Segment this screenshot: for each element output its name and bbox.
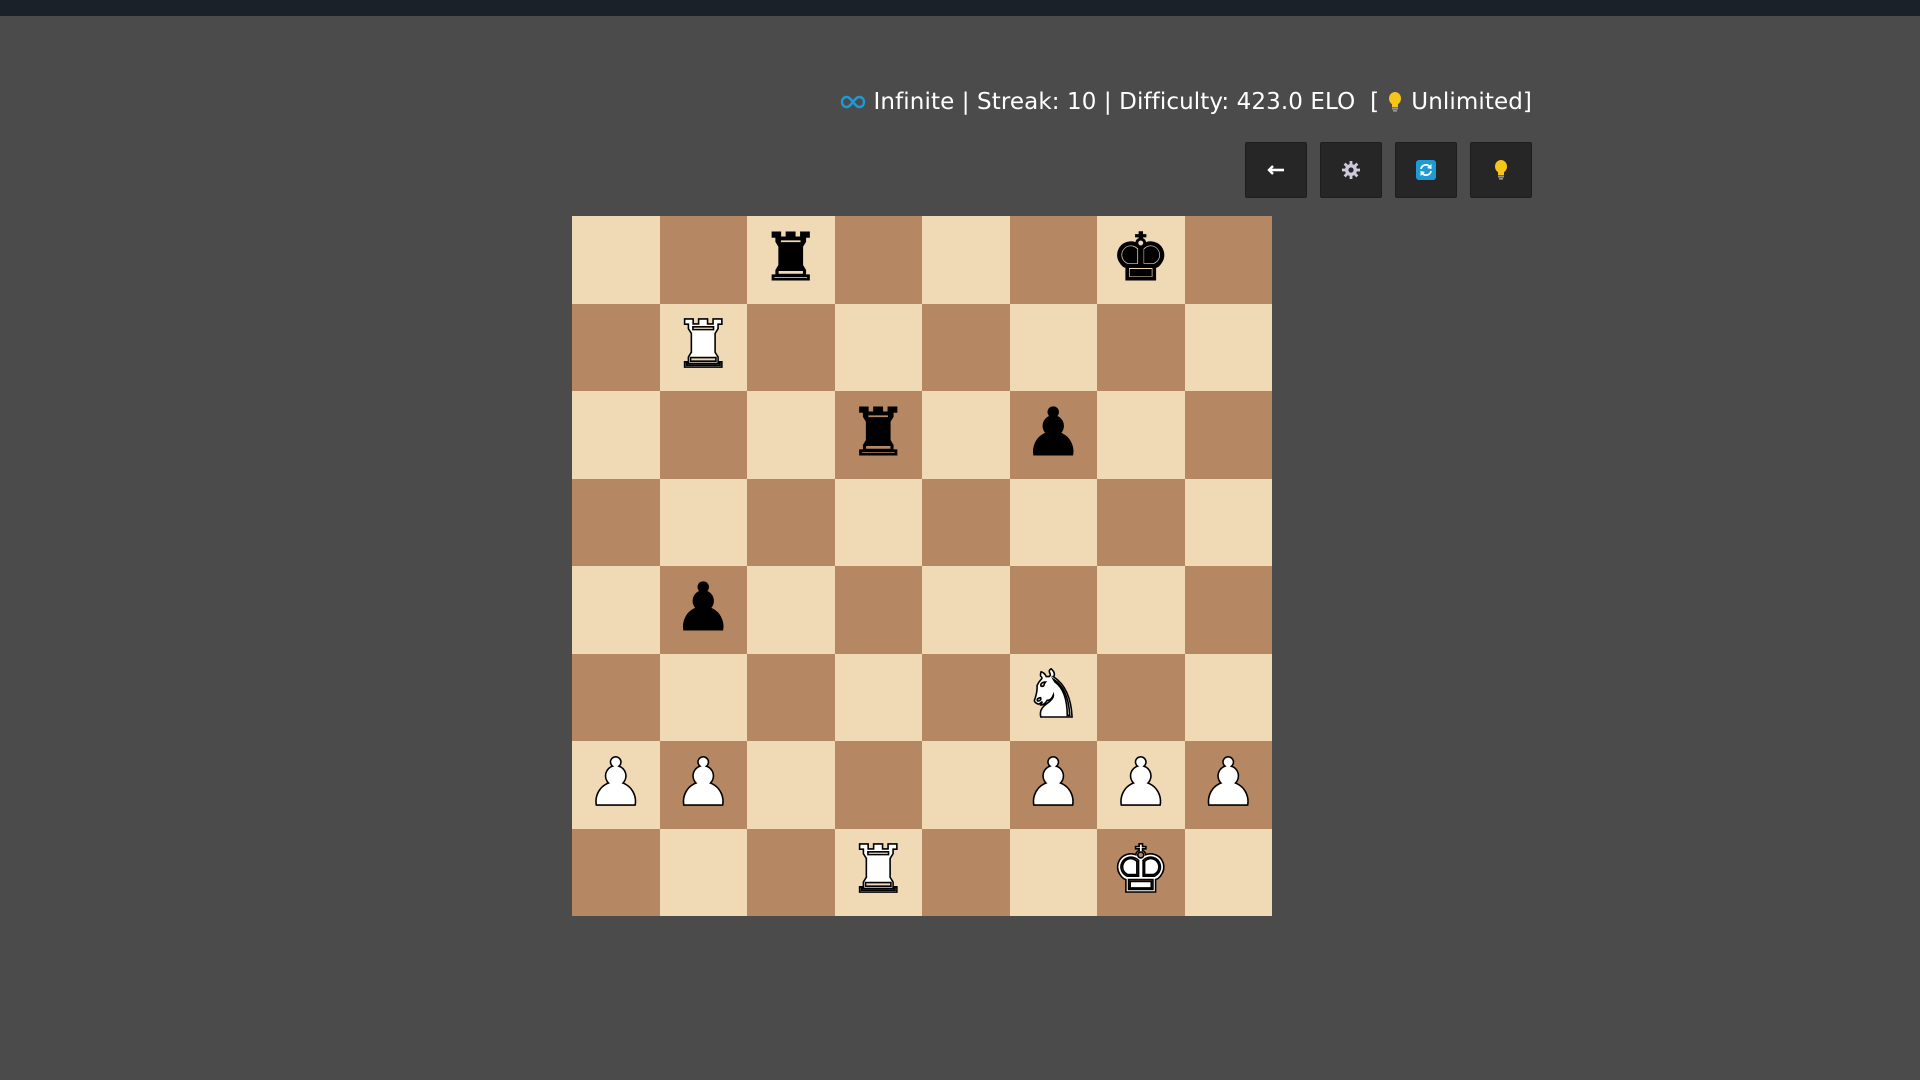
- square-f6[interactable]: ♟: [1009, 391, 1097, 479]
- white-king-piece[interactable]: ♚: [1110, 836, 1171, 904]
- black-rook-piece[interactable]: ♜: [761, 224, 821, 291]
- square-f4[interactable]: [1009, 566, 1097, 654]
- square-e8[interactable]: [922, 216, 1010, 304]
- square-g7[interactable]: [1097, 303, 1185, 391]
- square-f2[interactable]: ♟: [1009, 741, 1097, 829]
- square-e5[interactable]: [922, 478, 1010, 566]
- white-pawn-piece[interactable]: ♟: [1023, 748, 1084, 816]
- black-pawn-piece[interactable]: ♟: [673, 574, 733, 641]
- white-rook-piece[interactable]: ♜: [673, 311, 734, 379]
- square-b5[interactable]: [659, 478, 747, 566]
- square-a6[interactable]: [572, 391, 660, 479]
- square-c7[interactable]: [747, 303, 835, 391]
- hints-bracket: [: [1355, 89, 1380, 115]
- white-pawn-piece[interactable]: ♟: [1110, 748, 1171, 816]
- square-d5[interactable]: [834, 478, 922, 566]
- black-pawn-piece[interactable]: ♟: [1023, 399, 1083, 466]
- square-d4[interactable]: [834, 566, 922, 654]
- square-g4[interactable]: [1097, 566, 1185, 654]
- streak-label: Streak: 10: [977, 89, 1097, 115]
- square-c8[interactable]: ♜: [747, 216, 835, 304]
- square-c1[interactable]: [747, 828, 835, 916]
- square-c3[interactable]: [747, 653, 835, 741]
- square-a7[interactable]: [572, 303, 660, 391]
- square-e1[interactable]: [922, 828, 1010, 916]
- square-g3[interactable]: [1097, 653, 1185, 741]
- square-h4[interactable]: [1184, 566, 1272, 654]
- square-a4[interactable]: [572, 566, 660, 654]
- square-g5[interactable]: [1097, 478, 1185, 566]
- square-b7[interactable]: ♜: [659, 303, 747, 391]
- square-c2[interactable]: [747, 741, 835, 829]
- white-pawn-piece[interactable]: ♟: [673, 748, 734, 816]
- square-b3[interactable]: [659, 653, 747, 741]
- square-a2[interactable]: ♟: [572, 741, 660, 829]
- square-g8[interactable]: ♚: [1097, 216, 1185, 304]
- settings-button[interactable]: [1320, 142, 1382, 198]
- toolbar: [1245, 142, 1532, 198]
- arrow-left-icon: [1267, 165, 1284, 175]
- square-e3[interactable]: [922, 653, 1010, 741]
- square-d8[interactable]: [834, 216, 922, 304]
- difficulty-label: Difficulty: 423.0 ELO: [1119, 89, 1356, 115]
- square-d6[interactable]: ♜: [834, 391, 922, 479]
- square-b1[interactable]: [659, 828, 747, 916]
- square-h6[interactable]: [1184, 391, 1272, 479]
- mode-label: Infinite: [873, 89, 955, 115]
- square-b4[interactable]: ♟: [659, 566, 747, 654]
- refresh-icon: [1416, 160, 1436, 180]
- square-h3[interactable]: [1184, 653, 1272, 741]
- square-g2[interactable]: ♟: [1097, 741, 1185, 829]
- square-d7[interactable]: [834, 303, 922, 391]
- square-a3[interactable]: [572, 653, 660, 741]
- square-g6[interactable]: [1097, 391, 1185, 479]
- square-e2[interactable]: [922, 741, 1010, 829]
- square-g1[interactable]: ♚: [1097, 828, 1185, 916]
- black-king-piece[interactable]: ♚: [1111, 224, 1171, 291]
- square-b6[interactable]: [659, 391, 747, 479]
- square-f1[interactable]: [1009, 828, 1097, 916]
- square-c5[interactable]: [747, 478, 835, 566]
- hints-label: Unlimited]: [1411, 89, 1532, 115]
- chess-board[interactable]: ♜ ♚ ♜ ♜ ♟ ♟ ♞ ♟ ♟ ♟ ♟ ♟ ♜ ♚: [572, 216, 1272, 916]
- square-c4[interactable]: [747, 566, 835, 654]
- square-a8[interactable]: [572, 216, 660, 304]
- white-rook-piece[interactable]: ♜: [848, 836, 909, 904]
- square-a1[interactable]: [572, 828, 660, 916]
- back-button[interactable]: [1245, 142, 1307, 198]
- hint-button[interactable]: [1470, 142, 1532, 198]
- square-e7[interactable]: [922, 303, 1010, 391]
- square-e4[interactable]: [922, 566, 1010, 654]
- gear-icon: [1342, 161, 1360, 179]
- lightbulb-icon: [1495, 160, 1507, 180]
- white-knight-piece[interactable]: ♞: [1023, 661, 1084, 729]
- square-a5[interactable]: [572, 478, 660, 566]
- square-b2[interactable]: ♟: [659, 741, 747, 829]
- white-pawn-piece[interactable]: ♟: [585, 748, 646, 816]
- square-h8[interactable]: [1184, 216, 1272, 304]
- square-f3[interactable]: ♞: [1009, 653, 1097, 741]
- top-bar: [0, 0, 1920, 16]
- square-d3[interactable]: [834, 653, 922, 741]
- square-f8[interactable]: [1009, 216, 1097, 304]
- flip-board-button[interactable]: [1395, 142, 1457, 198]
- square-f7[interactable]: [1009, 303, 1097, 391]
- square-d2[interactable]: [834, 741, 922, 829]
- separator: |: [1096, 89, 1120, 115]
- square-b8[interactable]: [659, 216, 747, 304]
- square-f5[interactable]: [1009, 478, 1097, 566]
- lightbulb-icon: [1389, 92, 1402, 112]
- square-h2[interactable]: ♟: [1184, 741, 1272, 829]
- separator: |: [954, 89, 978, 115]
- game-status-line: Infinite | Streak: 10 | Difficulty: 423.…: [840, 84, 1532, 120]
- square-c6[interactable]: [747, 391, 835, 479]
- black-rook-piece[interactable]: ♜: [848, 399, 908, 466]
- square-e6[interactable]: [922, 391, 1010, 479]
- infinity-icon: [840, 95, 865, 109]
- square-h1[interactable]: [1184, 828, 1272, 916]
- white-pawn-piece[interactable]: ♟: [1198, 748, 1259, 816]
- square-h5[interactable]: [1184, 478, 1272, 566]
- square-d1[interactable]: ♜: [834, 828, 922, 916]
- square-h7[interactable]: [1184, 303, 1272, 391]
